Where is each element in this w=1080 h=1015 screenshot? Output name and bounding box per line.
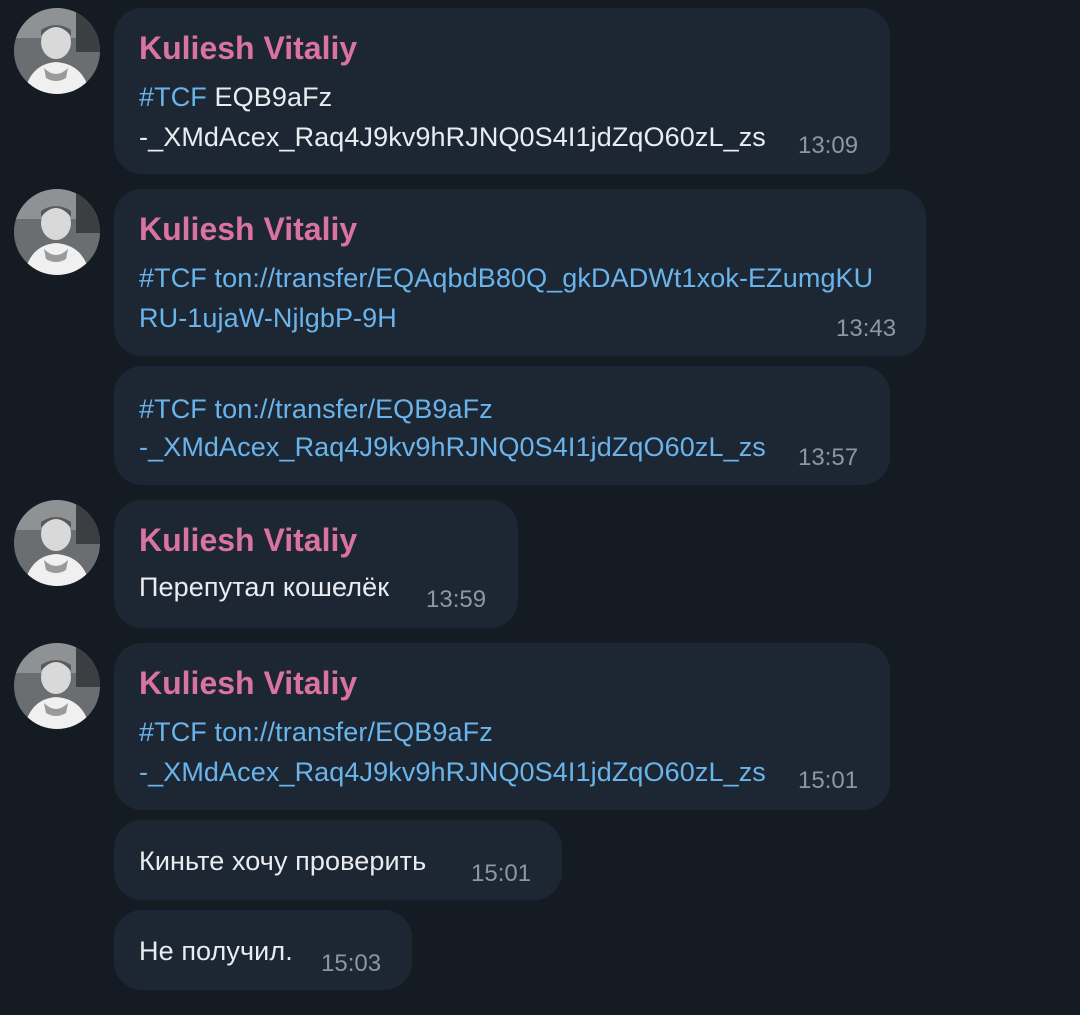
avatar[interactable] (14, 189, 100, 275)
user-photo-icon (14, 189, 100, 275)
message-text-line: #TCF EQB9aFz (139, 82, 332, 113)
message-bubble[interactable]: Kuliesh Vitaliy Перепутал кошелёк 13:59 (114, 500, 518, 628)
message-time: 13:57 (798, 444, 859, 471)
user-photo-icon (14, 8, 100, 94)
transfer-link[interactable]: #TCF ton://transfer/EQAqbdB80Q_gkDADWt1x… (139, 263, 873, 294)
transfer-link[interactable]: #TCF ton://transfer/EQB9aFz (139, 717, 493, 748)
transfer-link[interactable]: #TCF ton://transfer/EQB9aFz (139, 394, 493, 425)
message-time: 15:01 (798, 767, 859, 794)
sender-name[interactable]: Kuliesh Vitaliy (139, 522, 357, 559)
message-bubble[interactable]: Kuliesh Vitaliy #TCF ton://transfer/EQAq… (114, 189, 926, 356)
avatar[interactable] (14, 8, 100, 94)
message-time: 13:59 (426, 586, 487, 613)
avatar[interactable] (14, 643, 100, 729)
message-text: EQB9aFz (214, 82, 333, 112)
message-bubble[interactable]: #TCF ton://transfer/EQB9aFz -_XMdAcex_Ra… (114, 366, 890, 485)
message-bubble[interactable]: Kuliesh Vitaliy #TCF ton://transfer/EQB9… (114, 643, 890, 810)
user-photo-icon (14, 643, 100, 729)
message-text: Киньте хочу проверить (139, 846, 427, 876)
transfer-link-continued[interactable]: RU-1ujaW-NjlgbP-9H (139, 303, 397, 334)
message-bubble[interactable]: Киньте хочу проверить 15:01 (114, 820, 562, 900)
user-photo-icon (14, 500, 100, 586)
message-bubble[interactable]: Kuliesh Vitaliy #TCF EQB9aFz -_XMdAcex_R… (114, 8, 890, 174)
sender-name[interactable]: Kuliesh Vitaliy (139, 665, 357, 702)
message-text: Не получил. (139, 936, 293, 966)
message-time: 13:09 (798, 132, 859, 159)
sender-name[interactable]: Kuliesh Vitaliy (139, 211, 357, 248)
message-bubble[interactable]: Не получил. 15:03 (114, 910, 412, 990)
message-text-line: -_XMdAcex_Raq4J9kv9hRJNQ0S4I1jdZqO60zL_z… (139, 122, 766, 152)
message-time: 13:43 (836, 315, 897, 342)
avatar[interactable] (14, 500, 100, 586)
message-time: 15:01 (471, 860, 532, 887)
transfer-link-continued[interactable]: -_XMdAcex_Raq4J9kv9hRJNQ0S4I1jdZqO60zL_z… (139, 757, 766, 788)
message-time: 15:03 (321, 950, 382, 977)
sender-name[interactable]: Kuliesh Vitaliy (139, 30, 357, 67)
chat-history: Kuliesh Vitaliy #TCF EQB9aFz -_XMdAcex_R… (0, 0, 1080, 1015)
transfer-link-continued[interactable]: -_XMdAcex_Raq4J9kv9hRJNQ0S4I1jdZqO60zL_z… (139, 432, 766, 463)
message-text: Перепутал кошелёк (139, 572, 390, 602)
hashtag-link[interactable]: #TCF (139, 82, 207, 112)
